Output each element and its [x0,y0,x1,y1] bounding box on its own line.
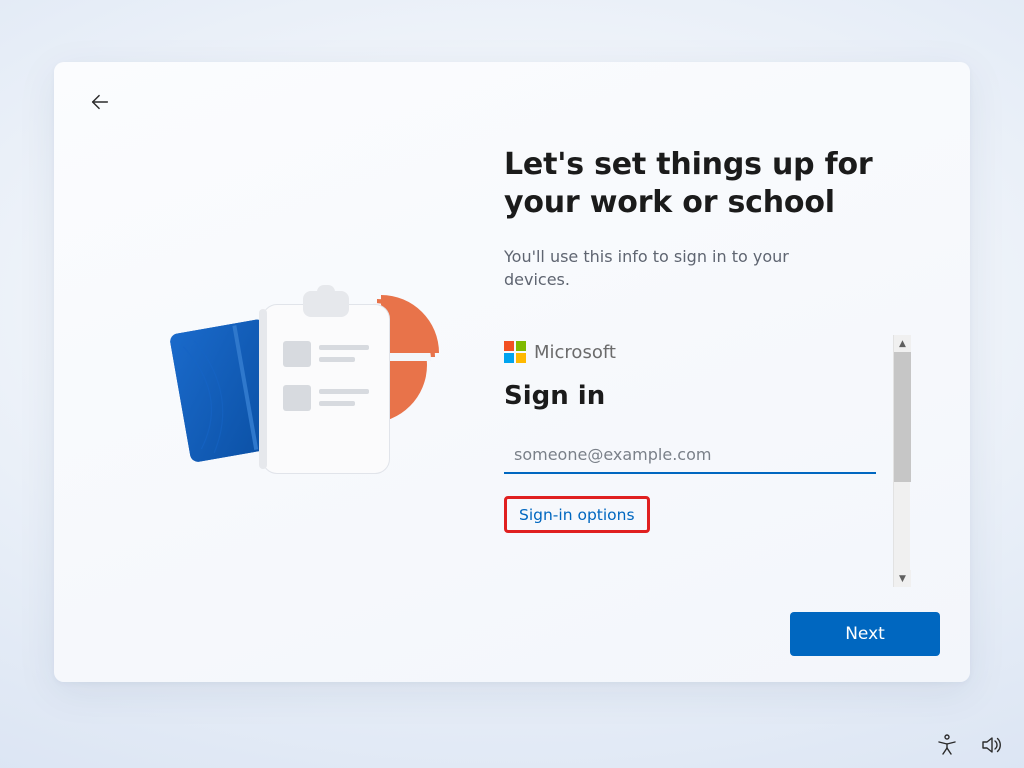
signin-options-link[interactable]: Sign-in options [519,506,635,524]
brand-label: Microsoft [534,342,616,363]
accessibility-icon[interactable] [934,732,960,758]
scroll-down-button[interactable]: ▼ [894,570,911,587]
page-title: Let's set things up for your work or sch… [504,146,900,221]
signin-heading: Sign in [504,381,900,411]
email-input[interactable] [504,437,876,474]
next-button[interactable]: Next [790,612,940,656]
signin-options-highlight: Sign-in options [504,496,650,533]
back-button[interactable] [84,86,116,118]
oobe-card: Let's set things up for your work or sch… [54,62,970,682]
volume-icon[interactable] [978,732,1004,758]
page-subtitle: You'll use this info to sign in to your … [504,245,844,291]
illustration [84,130,504,620]
scroll-thumb[interactable] [894,352,911,482]
scroll-up-button[interactable]: ▲ [894,335,911,352]
microsoft-logo-icon [504,341,526,363]
signin-region: ▲ ▼ Microsoft Sign in Sign-in options [504,341,900,533]
scrollbar[interactable]: ▲ ▼ [893,335,910,587]
system-tray [934,732,1004,758]
